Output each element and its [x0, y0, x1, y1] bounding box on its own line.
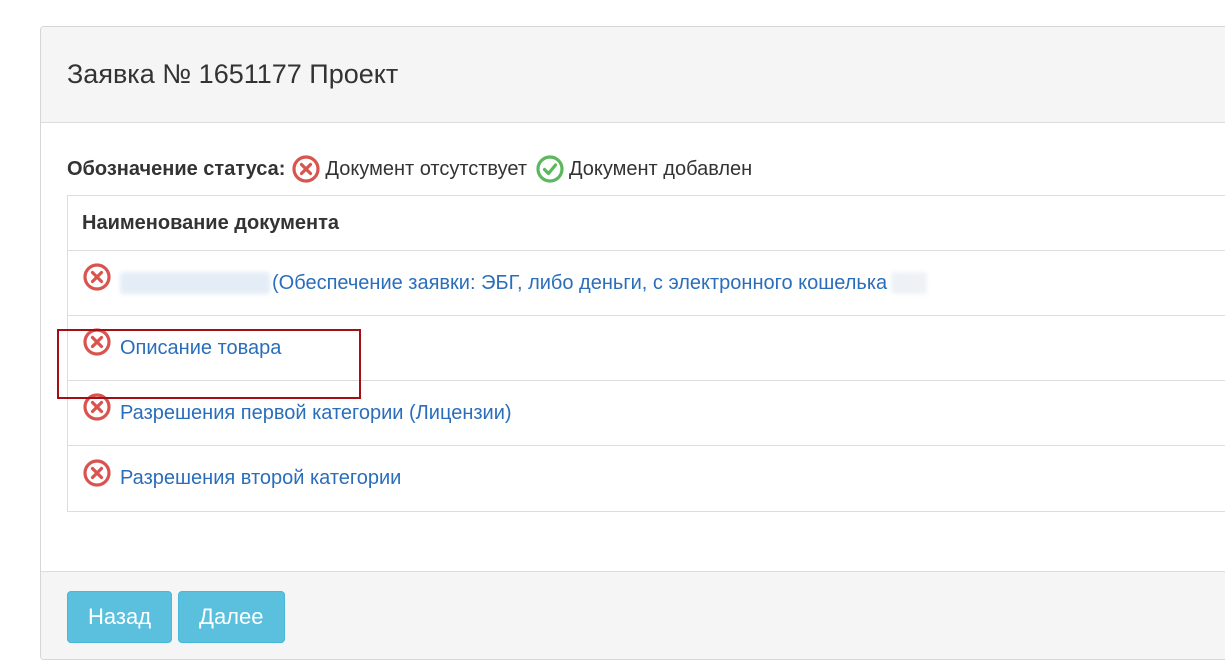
missing-status-icon [82, 458, 112, 488]
next-button[interactable]: Далее [178, 590, 285, 643]
legend-added-text: Документ добавлен [569, 157, 753, 180]
application-panel: Заявка № 1651177 Проект Обозначение стат… [40, 26, 1225, 660]
status-legend: Обозначение статуса: Документ отсутствуе… [67, 149, 760, 189]
document-link-guarantee[interactable]: (Обеспечение заявки: ЭБГ, либо деньги, с… [272, 272, 887, 295]
redacted-text [891, 272, 928, 294]
missing-status-icon [291, 154, 321, 184]
documents-table: Наименование документа (Обеспечение заяв… [67, 195, 1225, 512]
back-button[interactable]: Назад [67, 590, 173, 643]
table-header: Наименование документа [68, 196, 1225, 251]
table-row: Описание товара [68, 316, 1225, 381]
missing-status-icon [82, 392, 112, 422]
page-title: Заявка № 1651177 Проект [67, 59, 399, 89]
missing-status-icon [82, 262, 112, 292]
document-link-product-description[interactable]: Описание товара [120, 337, 281, 360]
table-row: (Обеспечение заявки: ЭБГ, либо деньги, с… [68, 251, 1225, 316]
missing-status-icon [82, 327, 112, 357]
legend-label: Обозначение статуса: [67, 157, 286, 180]
panel-heading: Заявка № 1651177 Проект [41, 27, 1225, 123]
document-link-second-category[interactable]: Разрешения второй категории [120, 467, 401, 490]
panel-footer: Назад Далее [41, 571, 1225, 659]
added-status-icon [535, 154, 565, 184]
legend-missing-text: Документ отсутствует [325, 157, 527, 180]
redacted-text [120, 272, 270, 294]
table-row: Разрешения первой категории (Лицензии) [68, 381, 1225, 446]
document-link-first-category[interactable]: Разрешения первой категории (Лицензии) [120, 402, 512, 425]
table-row: Разрешения второй категории [68, 446, 1225, 511]
